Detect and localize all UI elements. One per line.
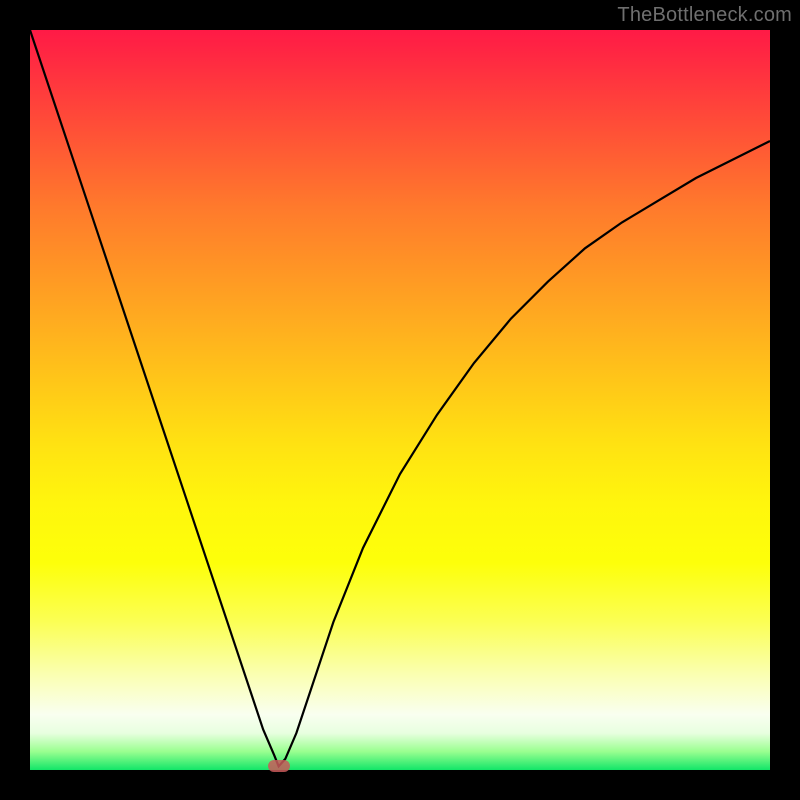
bottleneck-curve (30, 30, 770, 766)
plot-area (30, 30, 770, 770)
outer-frame: TheBottleneck.com (0, 0, 800, 800)
optimal-point-marker (268, 760, 290, 772)
watermark-text: TheBottleneck.com (617, 4, 792, 27)
curve-layer (30, 30, 770, 770)
